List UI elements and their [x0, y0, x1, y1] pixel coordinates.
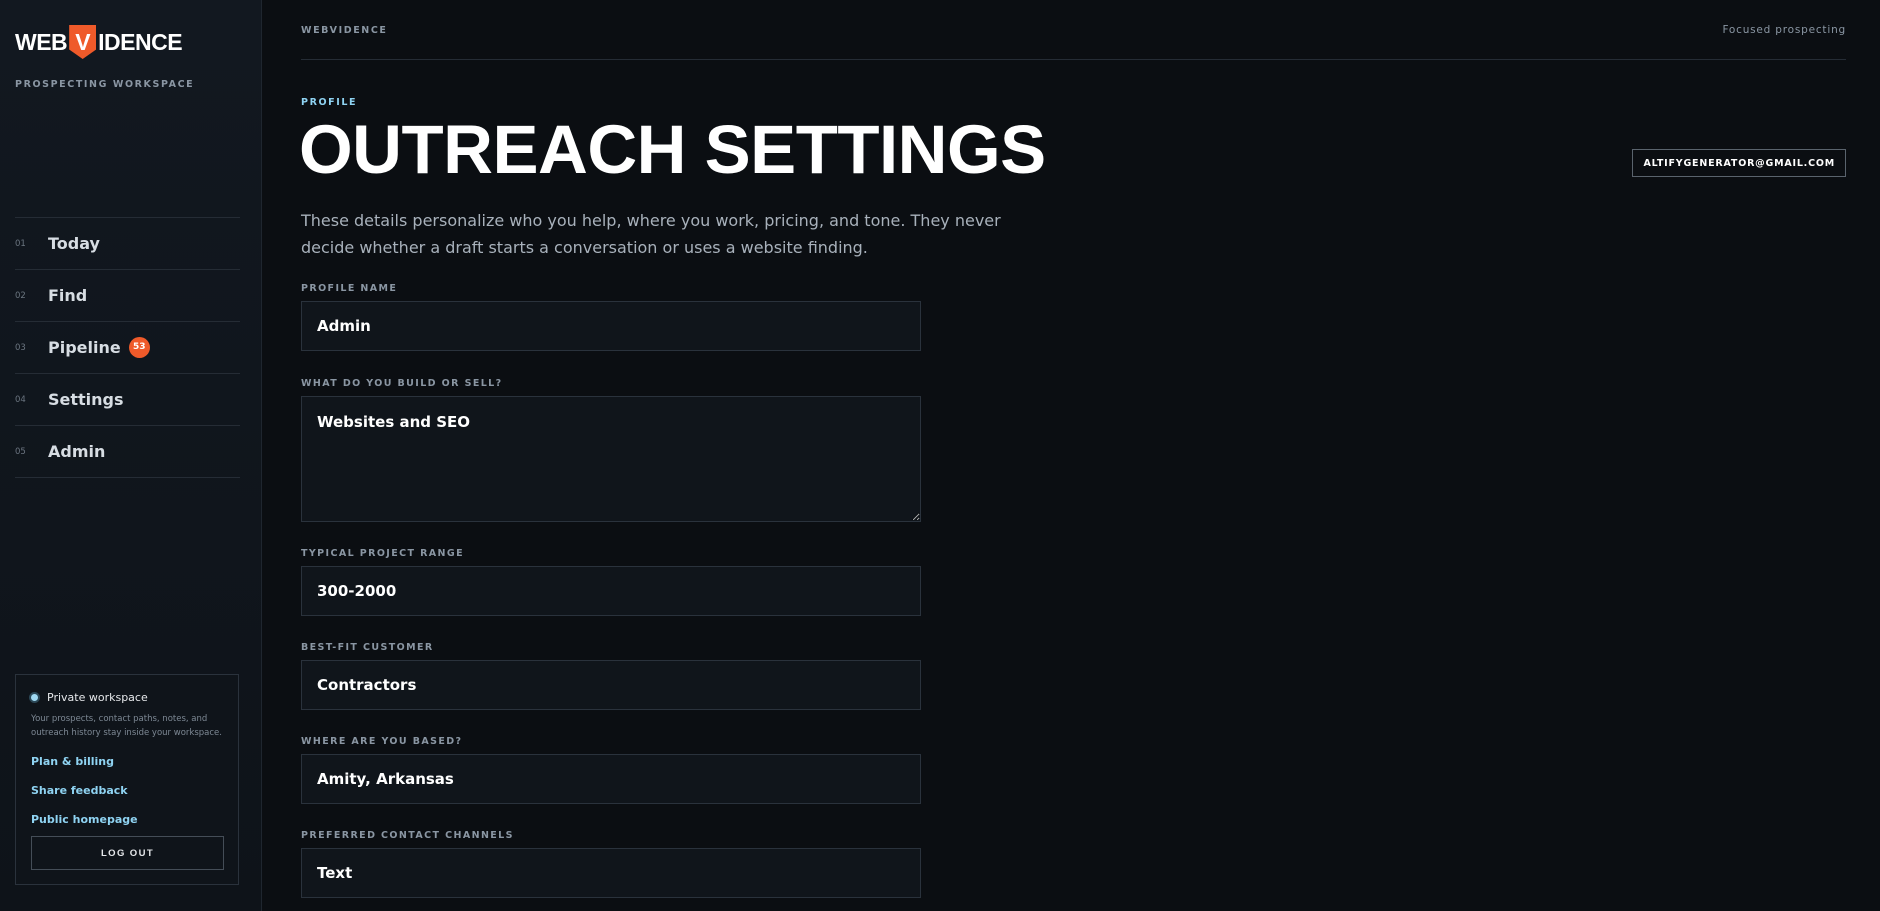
share-feedback-link[interactable]: Share feedback: [31, 784, 128, 797]
brand-logo[interactable]: WEB V IDENCE: [15, 24, 183, 60]
nav-item-pipeline[interactable]: 03 Pipeline 53: [15, 322, 240, 374]
private-workspace-title: Private workspace: [29, 691, 148, 704]
project-range-input[interactable]: [301, 566, 921, 616]
location-label: WHERE ARE YOU BASED?: [301, 736, 463, 747]
nav-label: Pipeline: [48, 338, 121, 357]
project-range-label: TYPICAL PROJECT RANGE: [301, 548, 464, 559]
nav-number: 02: [15, 290, 26, 301]
nav-item-settings[interactable]: 04 Settings: [15, 374, 240, 426]
logo-text-right: IDENCE: [98, 28, 183, 55]
nav-item-find[interactable]: 02 Find: [15, 270, 240, 322]
public-homepage-link[interactable]: Public homepage: [31, 813, 138, 826]
page-title: OUTREACH SETTINGS: [299, 111, 1046, 188]
intro-text: These details personalize who you help, …: [301, 211, 1001, 257]
logo-v-mark: V: [69, 25, 97, 59]
logo-text-left: WEB: [15, 28, 68, 55]
location-input[interactable]: [301, 754, 921, 804]
nav-number: 05: [15, 446, 26, 457]
private-workspace-panel: Private workspace Your prospects, contac…: [15, 674, 239, 885]
topbar-brand: WEBVIDENCE: [301, 25, 388, 36]
pipeline-count-badge: 53: [128, 337, 150, 358]
plan-billing-link[interactable]: Plan & billing: [31, 755, 114, 768]
nav-item-today[interactable]: 01 Today: [15, 218, 240, 270]
contact-channels-input[interactable]: [301, 848, 921, 898]
topbar-divider: [301, 59, 1846, 60]
private-workspace-description: Your prospects, contact paths, notes, an…: [31, 714, 222, 738]
user-email-chip[interactable]: ALTIFYGENERATOR@GMAIL.COM: [1632, 149, 1846, 177]
profile-name-input[interactable]: [301, 301, 921, 351]
status-dot-icon: [29, 692, 40, 703]
nav-label: Admin: [48, 442, 106, 461]
profile-name-label: PROFILE NAME: [301, 283, 398, 294]
main-nav: 01 Today 02 Find 03 Pipeline 53 04 Setti…: [15, 217, 240, 478]
workspace-subtitle: PROSPECTING WORKSPACE: [15, 79, 195, 90]
nav-label: Settings: [48, 390, 124, 409]
best-fit-customer-input[interactable]: [301, 660, 921, 710]
nav-item-admin[interactable]: 05 Admin: [15, 426, 240, 478]
sidebar: WEB V IDENCE PROSPECTING WORKSPACE 01 Toda…: [0, 0, 262, 911]
section-eyebrow: PROFILE: [301, 97, 358, 108]
build-sell-textarea[interactable]: Websites and SEO: [301, 396, 921, 522]
contact-channels-label: PREFERRED CONTACT CHANNELS: [301, 830, 514, 841]
nav-number: 01: [15, 238, 26, 249]
nav-number: 04: [15, 394, 26, 405]
topbar-tagline: Focused prospecting: [1722, 24, 1846, 36]
private-workspace-label: Private workspace: [47, 691, 148, 704]
nav-label: Today: [48, 234, 100, 253]
best-fit-customer-label: BEST-FIT CUSTOMER: [301, 642, 434, 653]
build-sell-label: WHAT DO YOU BUILD OR SELL?: [301, 378, 503, 389]
nav-number: 03: [15, 342, 26, 353]
logout-button[interactable]: LOG OUT: [31, 836, 224, 870]
nav-label: Find: [48, 286, 88, 305]
